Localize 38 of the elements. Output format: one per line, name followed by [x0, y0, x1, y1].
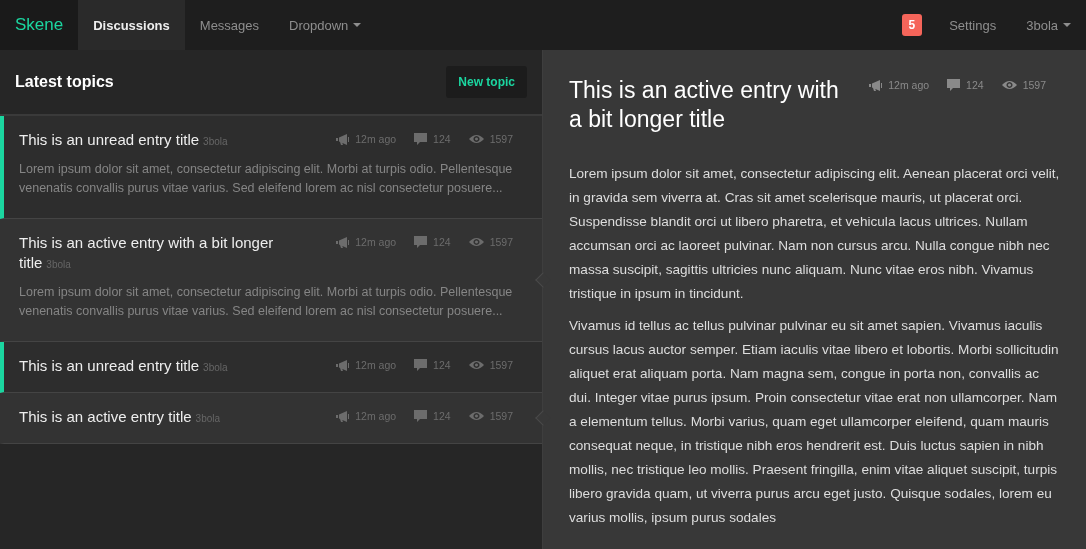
nav-tab[interactable]: Messages [184, 0, 275, 50]
comment-count: 124 [966, 79, 984, 91]
nav-link[interactable]: 3bola [1011, 0, 1086, 50]
comment-count: 124 [433, 359, 451, 371]
nav-tab[interactable]: Discussions [78, 0, 185, 50]
eye-icon [468, 411, 484, 421]
megaphone-icon [336, 133, 350, 145]
comment-icon [414, 133, 428, 145]
eye-icon [1001, 80, 1017, 90]
comment-icon [414, 410, 428, 422]
view-count: 1597 [1022, 79, 1046, 91]
eye-icon [468, 360, 484, 370]
comment-icon [414, 236, 428, 248]
megaphone-icon [336, 359, 350, 371]
eye-icon [468, 134, 484, 144]
view-count: 1597 [489, 133, 513, 145]
nav-link[interactable]: Settings [934, 0, 1012, 50]
panel-title: Latest topics [15, 73, 114, 91]
time-ago: 12m ago [355, 359, 397, 371]
new-topic-button[interactable]: New topic [446, 66, 527, 98]
article-paragraph: Vivamus id tellus ac tellus pulvinar pulvinar eu sit amet sapien. Vivamus iaculis cursus lacus auctor semper. Etiam iaculis vitae libero et lobortis. Morbi sollicitudin aliquet erat aliquam porta. Nam magna sem, congue in porta non, convallis ac dui. Integer vitae purus ipsum. Proin consectetur vitae erat non ullamcorper. Nam a elementum tellus. Morbi varius, quam eget ullamcorper eleifend, quam mauris consequat neque, in tristique nibh eros hendrerit est. Duis luctus sapien in nibh mollis, nec tristique leo mollis. Praesent fringilla, enim vitae aliquet suscipit, turpis libero gravida quam, ut viverra purus arcu eget justo. Quisque sodales, lorem eu varius mollis, ipsum purus sodales [569, 317, 1060, 527]
comment-icon [414, 359, 428, 371]
view-count: 1597 [489, 359, 513, 371]
topic-excerpt: Lorem ipsum dolor sit amet, consectetur adipiscing elit. Morbi at turpis odio. Pellentesque venenatis convallis purus vitae varius. Sed eleifend lorem ac nisl consectetur posuere... [19, 284, 514, 320]
time-ago: 12m ago [888, 79, 930, 91]
topic-item[interactable] [0, 116, 542, 219]
brand-logo[interactable]: Skene [0, 0, 79, 50]
article-paragraph: Lorem ipsum dolor sit amet, consectetur adipiscing elit. Aenean placerat orci velit, in gravida sem viverra at. Cras sit amet scelerisque mauris, ut placerat orci. Suspendisse blandit orci ut libero pharetra, et vehicula lacus ultrices. Nullam accumsan orci ac laoreet pulvinar. Nam non cursus arcu. Nulla congue nibh nec massa suscipit, sagittis ultricies nunc aliquam. Nunc vitae eros nibh. Vivamus tristique in ipsum in tincidunt. [569, 165, 1061, 303]
topic-excerpt: Lorem ipsum dolor sit amet, consectetur adipiscing elit. Morbi at turpis odio. Pellentesque venenatis convallis purus vitae varius. Sed eleifend lorem ac nisl consectetur posuere... [19, 161, 514, 197]
megaphone-icon [336, 410, 350, 422]
megaphone-icon [336, 236, 350, 248]
megaphone-icon [869, 79, 883, 91]
comment-count: 124 [433, 133, 451, 145]
comment-icon [947, 79, 961, 91]
time-ago: 12m ago [355, 133, 397, 145]
article-title: This is an active entry with a bit longer title [569, 76, 839, 134]
eye-icon [468, 237, 484, 247]
nav-tab[interactable]: Dropdown [274, 0, 377, 50]
